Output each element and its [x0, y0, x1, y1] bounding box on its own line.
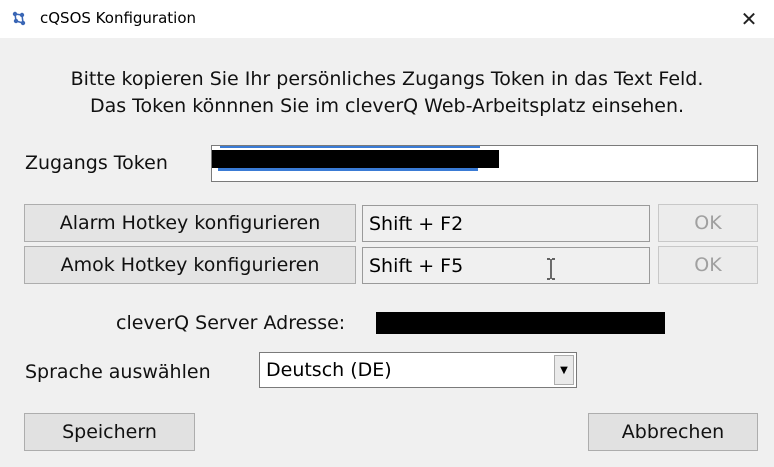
amok-hotkey-button-label: Amok Hotkey konfigurieren [60, 254, 320, 276]
instructions-line-2: Das Token könnnen Sie im cleverQ Web-Arb… [89, 95, 685, 117]
language-selected-value: Deutsch (DE) [266, 359, 392, 381]
token-redaction [212, 150, 499, 168]
title-bar: cQSOS Konfiguration ✕ [0, 0, 774, 38]
cancel-button[interactable]: Abbrechen [588, 413, 758, 451]
token-label: Zugangs Token [25, 152, 168, 174]
chevron-down-icon: ▼ [560, 364, 568, 376]
amok-ok-label: OK [694, 254, 722, 276]
instructions-line-1: Bitte kopieren Sie Ihr persönliches Zuga… [70, 68, 704, 90]
amok-hotkey-field[interactable]: Shift + F5 [362, 247, 650, 284]
token-selection-highlight [218, 168, 478, 171]
close-icon: ✕ [740, 7, 758, 31]
save-button-label: Speichern [62, 421, 157, 443]
amok-hotkey-ok-button[interactable]: OK [658, 246, 758, 284]
token-selection-highlight [220, 146, 480, 148]
alarm-hotkey-field[interactable]: Shift + F2 [362, 205, 650, 242]
alarm-hotkey-button-label: Alarm Hotkey konfigurieren [59, 212, 321, 234]
alarm-hotkey-ok-button[interactable]: OK [658, 204, 758, 242]
alarm-ok-label: OK [694, 212, 722, 234]
language-select[interactable]: Deutsch (DE) ▼ [259, 352, 577, 388]
amok-hotkey-button[interactable]: Amok Hotkey konfigurieren [24, 246, 356, 284]
close-button[interactable]: ✕ [724, 0, 774, 38]
amok-hotkey-value: Shift + F5 [369, 254, 464, 277]
language-dropdown-button[interactable]: ▼ [554, 355, 574, 385]
language-label: Sprache auswählen [25, 361, 211, 383]
token-input[interactable] [211, 145, 758, 182]
server-address-redaction [376, 312, 665, 334]
app-logo-icon [12, 11, 26, 26]
instructions-text: Bitte kopieren Sie Ihr persönliches Zuga… [0, 66, 774, 120]
cancel-button-label: Abbrechen [621, 421, 725, 443]
text-cursor-icon [547, 258, 555, 280]
server-address-label: cleverQ Server Adresse: [116, 312, 346, 334]
alarm-hotkey-button[interactable]: Alarm Hotkey konfigurieren [24, 204, 356, 242]
alarm-hotkey-value: Shift + F2 [369, 212, 464, 235]
save-button[interactable]: Speichern [24, 413, 195, 451]
window-title: cQSOS Konfiguration [40, 9, 197, 27]
